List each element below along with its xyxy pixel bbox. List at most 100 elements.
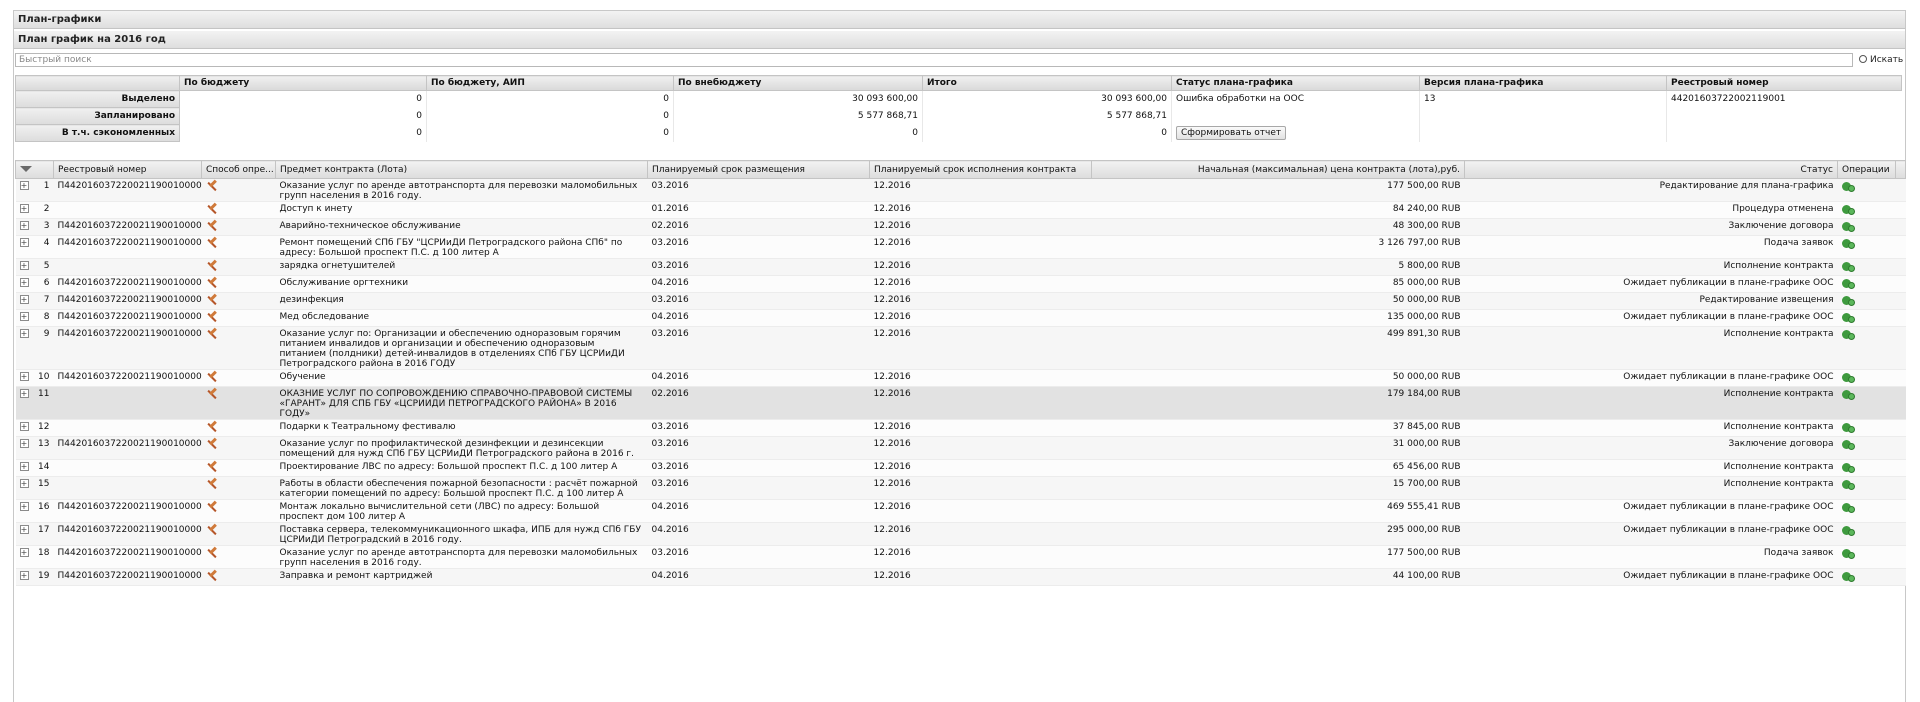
- expand-row-button[interactable]: +: [19, 238, 29, 247]
- row-status: Исполнение контракта: [1464, 459, 1838, 477]
- gear-arrows-icon[interactable]: [1841, 261, 1855, 272]
- row-reg-number: П44201603722002119001000009: [53, 522, 202, 546]
- expand-row-button[interactable]: +: [19, 422, 29, 431]
- gear-arrows-icon[interactable]: [1841, 221, 1855, 232]
- row-number: 7: [30, 292, 54, 310]
- summary-value: 0: [426, 124, 674, 142]
- table-row[interactable]: +6 П44201603722002119001000005 Обслуживани…: [15, 275, 1906, 293]
- summary-row-label: В т.ч. сэкономленных: [15, 124, 180, 142]
- summary-value: 30 093 600,00: [673, 90, 923, 108]
- gear-arrows-icon[interactable]: [1841, 422, 1855, 433]
- search-input[interactable]: [15, 53, 1853, 67]
- col-placement-term[interactable]: Планируемый срок размещения: [647, 160, 870, 179]
- gear-arrows-icon[interactable]: [1841, 389, 1855, 400]
- row-reg-number: П44201603722002119001000010: [53, 499, 202, 523]
- table-row[interactable]: +11 ОКАЗНИЕ УСЛУГ ПО СОПРОВОЖДЕНИЮ СПРАВО…: [15, 386, 1906, 420]
- table-row[interactable]: +9 П44201603722002119001000002 Оказание ус…: [15, 326, 1906, 370]
- gear-arrows-icon[interactable]: [1841, 525, 1855, 536]
- expand-row-button[interactable]: +: [19, 261, 29, 270]
- table-row[interactable]: +8 П44201603722002119001000003 Мед обследо…: [15, 309, 1906, 327]
- expand-row-button[interactable]: +: [19, 278, 29, 287]
- gear-arrows-icon[interactable]: [1841, 502, 1855, 513]
- row-number: 1: [30, 178, 54, 202]
- col-method[interactable]: Способ опре...: [201, 160, 276, 179]
- table-row[interactable]: +5 зарядка огнетушителей 03.2016 12.2016 5 8…: [15, 258, 1906, 276]
- row-number: 2: [30, 201, 54, 219]
- table-row[interactable]: +13 П44201603722002119001000008 Оказание у…: [15, 436, 1906, 460]
- expand-row-button[interactable]: +: [19, 548, 29, 557]
- row-number: 6: [30, 275, 54, 293]
- search-button[interactable]: Искать: [1859, 53, 1903, 68]
- row-status: Редактирование извещения: [1464, 292, 1838, 310]
- row-subject: Монтаж локально вычислительной сети (ЛВС…: [275, 499, 648, 523]
- gear-arrows-icon[interactable]: [1841, 181, 1855, 192]
- table-row[interactable]: +4 П44201603722002119001000006 Ремонт поме…: [15, 235, 1906, 259]
- gear-arrows-icon[interactable]: [1841, 548, 1855, 559]
- row-subject: Подарки к Театральному фестивалю: [275, 419, 648, 437]
- col-reg-number[interactable]: Реестровый номер: [53, 160, 202, 179]
- gear-arrows-icon[interactable]: [1841, 295, 1855, 306]
- expand-row-button[interactable]: +: [19, 479, 29, 488]
- summary-header-reg-number: Реестровый номер: [1666, 75, 1902, 91]
- col-price[interactable]: Начальная (максимальная) цена контракта …: [1091, 160, 1465, 179]
- expand-row-button[interactable]: +: [19, 389, 29, 398]
- row-number: 9: [30, 326, 54, 370]
- expand-row-button[interactable]: +: [19, 372, 29, 381]
- table-row[interactable]: +16 П44201603722002119001000010 Монтаж лок…: [15, 499, 1906, 523]
- table-row[interactable]: +14 Проектирование ЛВС по адресу: Большой…: [15, 459, 1906, 477]
- row-price: 135 000,00 RUB: [1091, 309, 1465, 327]
- summary-row-planned: Запланировано 0 0 5 577 868,71 5 577 868…: [15, 107, 1902, 125]
- expand-row-button[interactable]: +: [19, 571, 29, 580]
- gear-arrows-icon[interactable]: [1841, 439, 1855, 450]
- table-row[interactable]: +19 П44201603722002119001000011 Заправка и…: [15, 568, 1906, 586]
- expand-row-button[interactable]: +: [19, 295, 29, 304]
- summary-value: 5 577 868,71: [673, 107, 923, 125]
- table-row[interactable]: +17 П44201603722002119001000009 Поставка с…: [15, 522, 1906, 546]
- expand-row-button[interactable]: +: [19, 312, 29, 321]
- expand-row-button[interactable]: +: [19, 502, 29, 511]
- gear-arrows-icon[interactable]: [1841, 278, 1855, 289]
- expand-row-button[interactable]: +: [19, 439, 29, 448]
- gear-arrows-icon[interactable]: [1841, 329, 1855, 340]
- col-status[interactable]: Статус: [1464, 160, 1838, 179]
- col-execution-term[interactable]: Планируемый срок исполнения контракта: [869, 160, 1092, 179]
- gear-arrows-icon[interactable]: [1841, 479, 1855, 490]
- table-row[interactable]: +2 Доступ к инету 01.2016 12.2016 84 240,00 …: [15, 201, 1906, 219]
- row-execution-term: 12.2016: [869, 436, 1092, 460]
- gear-arrows-icon[interactable]: [1841, 571, 1855, 582]
- table-row[interactable]: +10 П44201603722002119001000001 Обучение 04…: [15, 369, 1906, 387]
- row-price: 295 000,00 RUB: [1091, 522, 1465, 546]
- gear-arrows-icon[interactable]: [1841, 462, 1855, 473]
- expand-row-button[interactable]: +: [19, 329, 29, 338]
- grid-filter-header[interactable]: [15, 160, 54, 179]
- table-row[interactable]: +1 П44201603722002119001000026 Оказание ус…: [15, 178, 1906, 202]
- expand-row-button[interactable]: +: [19, 204, 29, 213]
- table-row[interactable]: +7 П44201603722002119001000004 дезинфекция…: [15, 292, 1906, 310]
- row-number: 5: [30, 258, 54, 276]
- gear-arrows-icon[interactable]: [1841, 204, 1855, 215]
- magnifier-icon: [1859, 55, 1867, 63]
- row-status: Подача заявок: [1464, 545, 1838, 569]
- row-number: 18: [30, 545, 54, 569]
- table-row[interactable]: +15 Работы в области обеспечения пожарной…: [15, 476, 1906, 500]
- col-subject[interactable]: Предмет контракта (Лота): [275, 160, 648, 179]
- generate-report-button[interactable]: Сформировать отчет: [1176, 126, 1287, 140]
- gear-arrows-icon[interactable]: [1841, 312, 1855, 323]
- row-placement-term: 03.2016: [647, 459, 870, 477]
- table-row[interactable]: +12 Подарки к Театральному фестивалю 03.20…: [15, 419, 1906, 437]
- expand-row-button[interactable]: +: [19, 525, 29, 534]
- gear-arrows-icon[interactable]: [1841, 238, 1855, 249]
- summary-value: 30 093 600,00: [922, 90, 1172, 108]
- row-price: 177 500,00 RUB: [1091, 545, 1465, 569]
- expand-row-button[interactable]: +: [19, 181, 29, 190]
- expand-row-button[interactable]: +: [19, 462, 29, 471]
- table-row[interactable]: +18 П44201603722002119001000012 Оказание у…: [15, 545, 1906, 569]
- row-subject: зарядка огнетушителей: [275, 258, 648, 276]
- row-status: Ожидает публикации в плане-графике ООС: [1464, 499, 1838, 523]
- gear-arrows-icon[interactable]: [1841, 372, 1855, 383]
- table-row[interactable]: +3 П44201603722002119001000007 Аварийно-те…: [15, 218, 1906, 236]
- expand-row-button[interactable]: +: [19, 221, 29, 230]
- row-reg-number: П44201603722002119001000002: [53, 326, 202, 370]
- row-number: 11: [30, 386, 54, 420]
- row-number: 17: [30, 522, 54, 546]
